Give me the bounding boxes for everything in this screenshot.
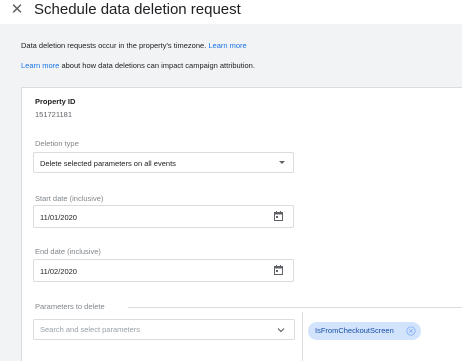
dialog-title: Schedule data deletion request	[34, 1, 241, 18]
start-date-value: 11/01/2020	[40, 213, 77, 222]
end-date-input[interactable]: 11/02/2020	[33, 259, 294, 282]
attribution-info-text: about how data deletions can impact camp…	[61, 61, 255, 70]
learn-more-link-timezone[interactable]: Learn more	[208, 41, 246, 50]
timezone-info: Data deletion requests occur in the prop…	[21, 41, 247, 51]
attribution-info: Learn more about how data deletions can …	[21, 61, 255, 71]
chevron-down-icon[interactable]	[277, 326, 285, 334]
selected-parameter-chip[interactable]: IsFromCheckoutScreen	[308, 322, 421, 340]
start-date-label: Start date (inclusive)	[35, 194, 104, 203]
deletion-type-value: Delete selected parameters on all events	[40, 159, 176, 168]
close-icon: ✕	[10, 1, 24, 18]
property-id-value: 151721181	[35, 110, 72, 119]
learn-more-link-attribution[interactable]: Learn more	[21, 61, 59, 70]
end-date-label: End date (inclusive)	[35, 247, 101, 256]
property-id-label: Property ID	[35, 97, 76, 106]
close-button[interactable]: ✕	[8, 1, 26, 19]
parameter-search-input[interactable]: Search and select parameters	[33, 319, 295, 340]
dialog-header: ✕ Schedule data deletion request	[0, 0, 462, 24]
calendar-icon[interactable]	[274, 265, 283, 275]
chip-remove-icon[interactable]	[406, 326, 416, 336]
parameter-search-placeholder: Search and select parameters	[40, 325, 141, 334]
calendar-icon[interactable]	[274, 211, 283, 221]
timezone-info-text: Data deletion requests occur in the prop…	[21, 41, 207, 50]
column-separator	[302, 312, 303, 361]
chip-label: IsFromCheckoutScreen	[315, 326, 394, 335]
section-divider	[128, 307, 462, 308]
start-date-input[interactable]: 11/01/2020	[33, 205, 294, 228]
dropdown-arrow-icon	[279, 161, 285, 164]
parameters-label: Parameters to delete	[35, 302, 105, 311]
end-date-value: 11/02/2020	[40, 267, 77, 276]
deletion-type-select[interactable]: Delete selected parameters on all events	[33, 152, 294, 173]
deletion-type-label: Deletion type	[35, 139, 79, 148]
